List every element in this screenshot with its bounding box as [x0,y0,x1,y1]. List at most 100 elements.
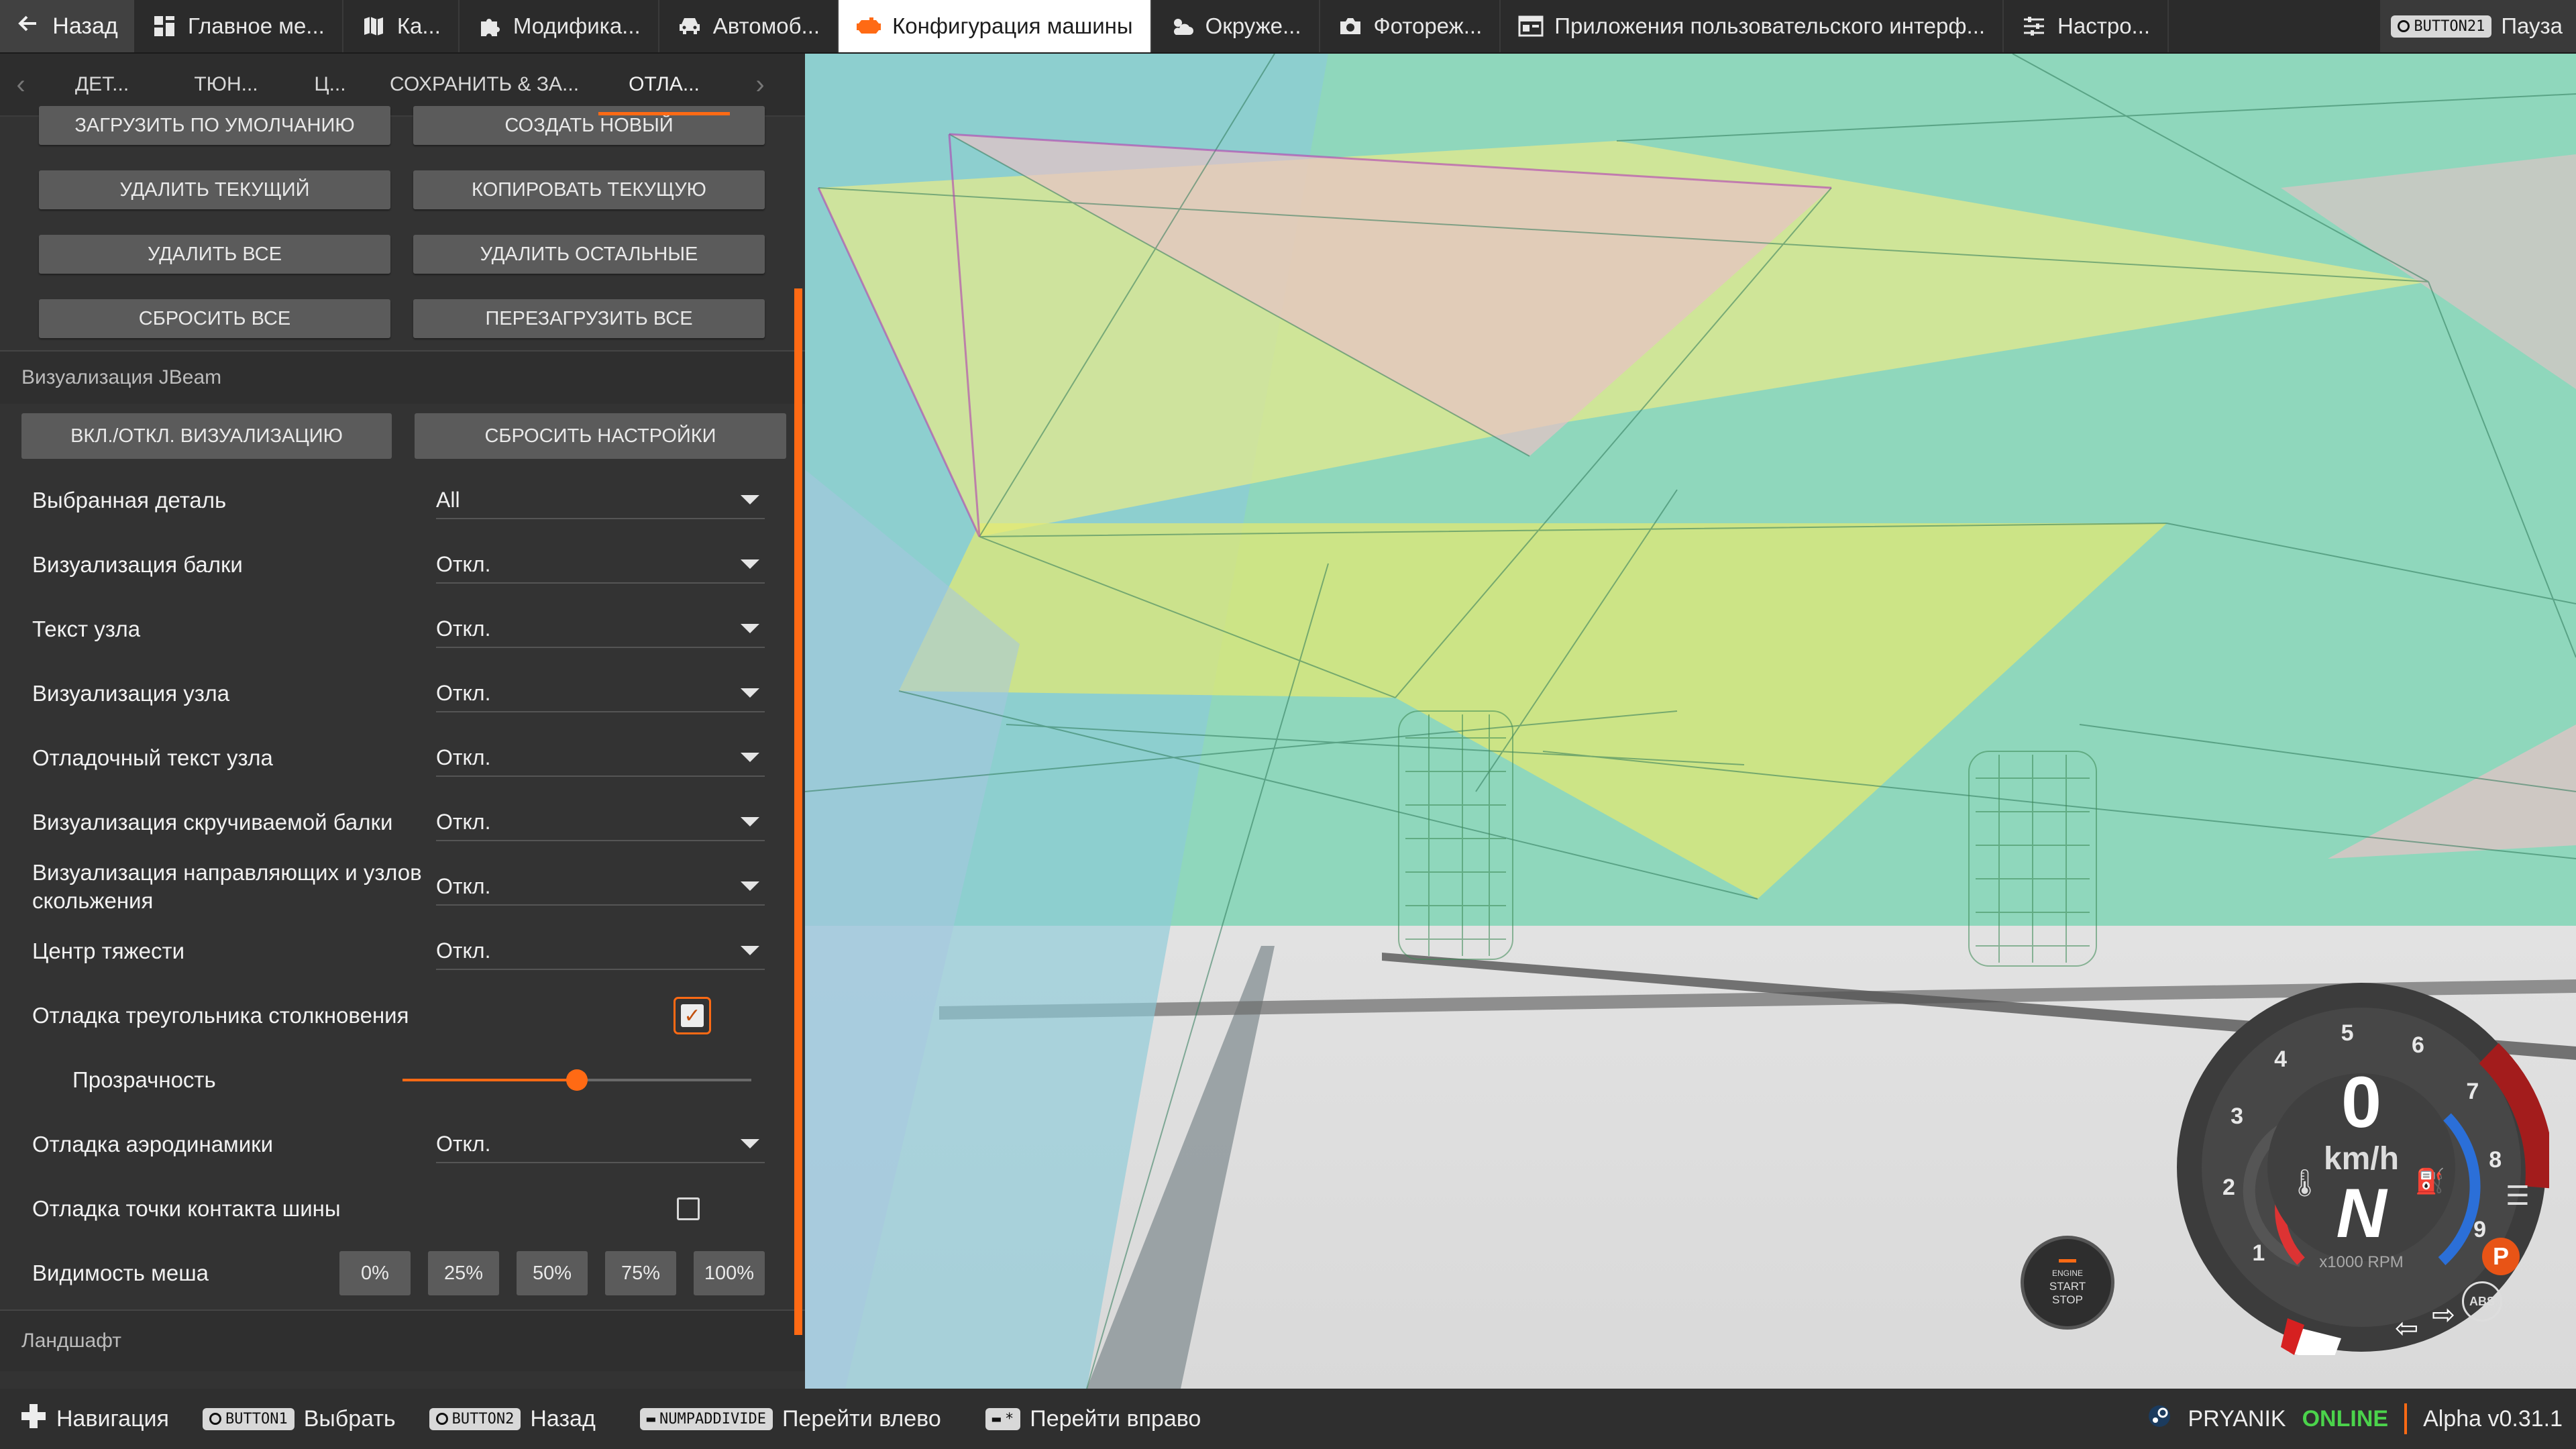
caret-down-icon [741,688,759,698]
caret-down-icon [741,817,759,826]
tire-contact-checkbox[interactable] [677,1197,700,1220]
panel-scrollbar[interactable] [794,288,802,1335]
option-node-debug-text: Отладочный текст узла Откл. [0,726,805,790]
caret-down-icon [741,495,759,504]
hint-go-left: ▬ NUMPADDIVIDE Перейти влево [639,1406,941,1432]
aero-debug-dropdown[interactable]: Откл. [436,1126,765,1163]
option-label: Выбранная деталь [32,488,227,513]
rails-slidenodes-dropdown[interactable]: Откл. [436,868,765,906]
keyboard-icon: ▬ [646,1410,656,1428]
tab-vehicle-config[interactable]: Конфигурация машины [839,0,1152,52]
engine-indicator-icon [2059,1258,2076,1263]
option-collision-triangle-debug: Отладка треугольника столкновения ✓ [0,983,805,1048]
engine-start-stop-button[interactable]: ENGINE START STOP [2021,1236,2114,1330]
option-center-of-gravity: Центр тяжести Откл. [0,919,805,983]
top-menu-bar: Назад Главное ме... Ка... Модифика... Ав… [0,0,2576,54]
option-node-text: Текст узла Откл. [0,597,805,661]
mesh-0-button[interactable]: 0% [339,1251,411,1295]
rpm-tick-8: 8 [2489,1146,2502,1173]
map-icon [361,13,386,39]
option-label: Отладка точки контакта шины [32,1196,341,1221]
mesh-25-button[interactable]: 25% [428,1251,499,1295]
rpm-tick-9: 9 [2473,1216,2487,1242]
subtab-prev-button[interactable]: ‹ [0,70,42,100]
mesh-100-button[interactable]: 100% [694,1251,765,1295]
tab-label: Приложения пользовательского интерф... [1554,13,1986,38]
hint-back: BUTTON2 Назад [429,1406,596,1432]
selected-part-dropdown[interactable]: All [436,482,765,519]
hint-label: Назад [530,1405,596,1432]
torsion-bar-dropdown[interactable]: Откл. [436,804,765,841]
dropdown-value: Откл. [436,551,491,576]
delete-others-button[interactable]: УДАЛИТЬ ОСТАЛЬНЫЕ [413,235,765,274]
delete-current-button[interactable]: УДАЛИТЬ ТЕКУЩИЙ [39,170,390,209]
tab-mods[interactable]: Модифика... [460,0,659,52]
engine-icon [856,13,881,39]
mesh-50-button[interactable]: 50% [517,1251,588,1295]
toggle-visualization-button[interactable]: ВКЛ./ОТКЛ. ВИЗУАЛИЗАЦИЮ [21,413,392,459]
back-button-label: Назад [52,13,118,39]
subtab-save-load[interactable]: СОХРАНИТЬ & ЗА... [370,54,598,115]
tab-map[interactable]: Ка... [343,0,460,52]
option-label: Визуализация узла [32,681,230,706]
center-of-gravity-dropdown[interactable]: Откл. [436,932,765,970]
copy-current-button[interactable]: КОПИРОВАТЬ ТЕКУЩУЮ [413,170,765,209]
option-label: Отладочный текст узла [32,745,273,770]
option-label: Отладка треугольника столкновения [32,1003,409,1028]
camera-icon [1338,13,1363,39]
car-icon [677,13,702,39]
reset-all-button[interactable]: СБРОСИТЬ ВСЕ [39,299,390,338]
tab-settings[interactable]: Настро... [2004,0,2169,52]
subtab-next-button[interactable]: › [730,70,790,100]
dropdown-value: Откл. [436,616,491,641]
key-label: NUMPADDIVIDE [659,1410,766,1428]
node-text-dropdown[interactable]: Откл. [436,610,765,648]
pause-button[interactable]: BUTTON21 Пауза [2380,0,2576,52]
online-badge: ONLINE [2302,1405,2389,1432]
node-visualization-dropdown[interactable]: Откл. [436,675,765,712]
tab-label: Главное ме... [188,13,325,38]
reload-all-button[interactable]: ПЕРЕЗАГРУЗИТЬ ВСЕ [413,299,765,338]
rpm-unit-label: x1000 RPM [2319,1253,2404,1271]
tab-label: Ка... [396,13,441,38]
tab-photo-mode[interactable]: Фотореж... [1320,0,1501,52]
separator [2404,1403,2408,1434]
pause-label: Пауза [2501,13,2563,38]
steam-icon [2147,1404,2171,1434]
mesh-visibility-buttons: 0% 25% 50% 75% 100% [339,1251,765,1295]
3d-viewport[interactable]: ENGINE START STOP 123456789 0 km/h N x10… [805,54,2576,1389]
key-label: BUTTON1 [225,1410,288,1428]
controller-button-icon [435,1413,448,1425]
node-debug-text-dropdown[interactable]: Откл. [436,739,765,777]
tab-environment[interactable]: Окруже... [1152,0,1320,52]
right-key-badge: ▬ * [985,1407,1021,1430]
slider-thumb[interactable] [566,1069,588,1091]
slider-fill [402,1079,577,1081]
back-button[interactable]: Назад [0,0,134,52]
transparency-slider[interactable] [402,1069,751,1091]
reset-settings-button[interactable]: СБРОСИТЬ НАСТРОЙКИ [415,413,786,459]
option-transparency: Прозрачность [0,1048,805,1112]
speed-value: 0 [2341,1061,2382,1142]
mesh-75-button[interactable]: 75% [605,1251,676,1295]
delete-all-button[interactable]: УДАЛИТЬ ВСЕ [39,235,390,274]
headlight-icon: ☰ [2506,1181,2530,1211]
section-terrain: Ландшафт [0,1309,805,1371]
gear-indicator: N [2336,1175,2387,1252]
tab-main-menu[interactable]: Главное ме... [134,0,343,52]
option-label: Визуализация балки [32,552,243,577]
beam-visualization-dropdown[interactable]: Откл. [436,546,765,584]
tab-label: Окруже... [1205,13,1301,38]
tab-ui-apps[interactable]: Приложения пользовательского интерф... [1501,0,2004,52]
option-torsion-bar-visualization: Визуализация скручиваемой балки Откл. [0,790,805,855]
dropdown-value: Откл. [436,745,491,769]
caret-down-icon [741,624,759,633]
subtab-tuning[interactable]: ТЮН... [162,54,290,115]
tab-vehicles[interactable]: Автомоб... [659,0,839,52]
subtab-debug[interactable]: ОТЛА... [598,54,730,115]
subtab-color[interactable]: Ц... [290,54,370,115]
rpm-tick-5: 5 [2341,1020,2354,1046]
collision-triangle-checkbox[interactable]: ✓ [674,997,711,1034]
subtab-parts[interactable]: ДЕТ... [42,54,162,115]
tab-label: Автомоб... [712,13,820,38]
